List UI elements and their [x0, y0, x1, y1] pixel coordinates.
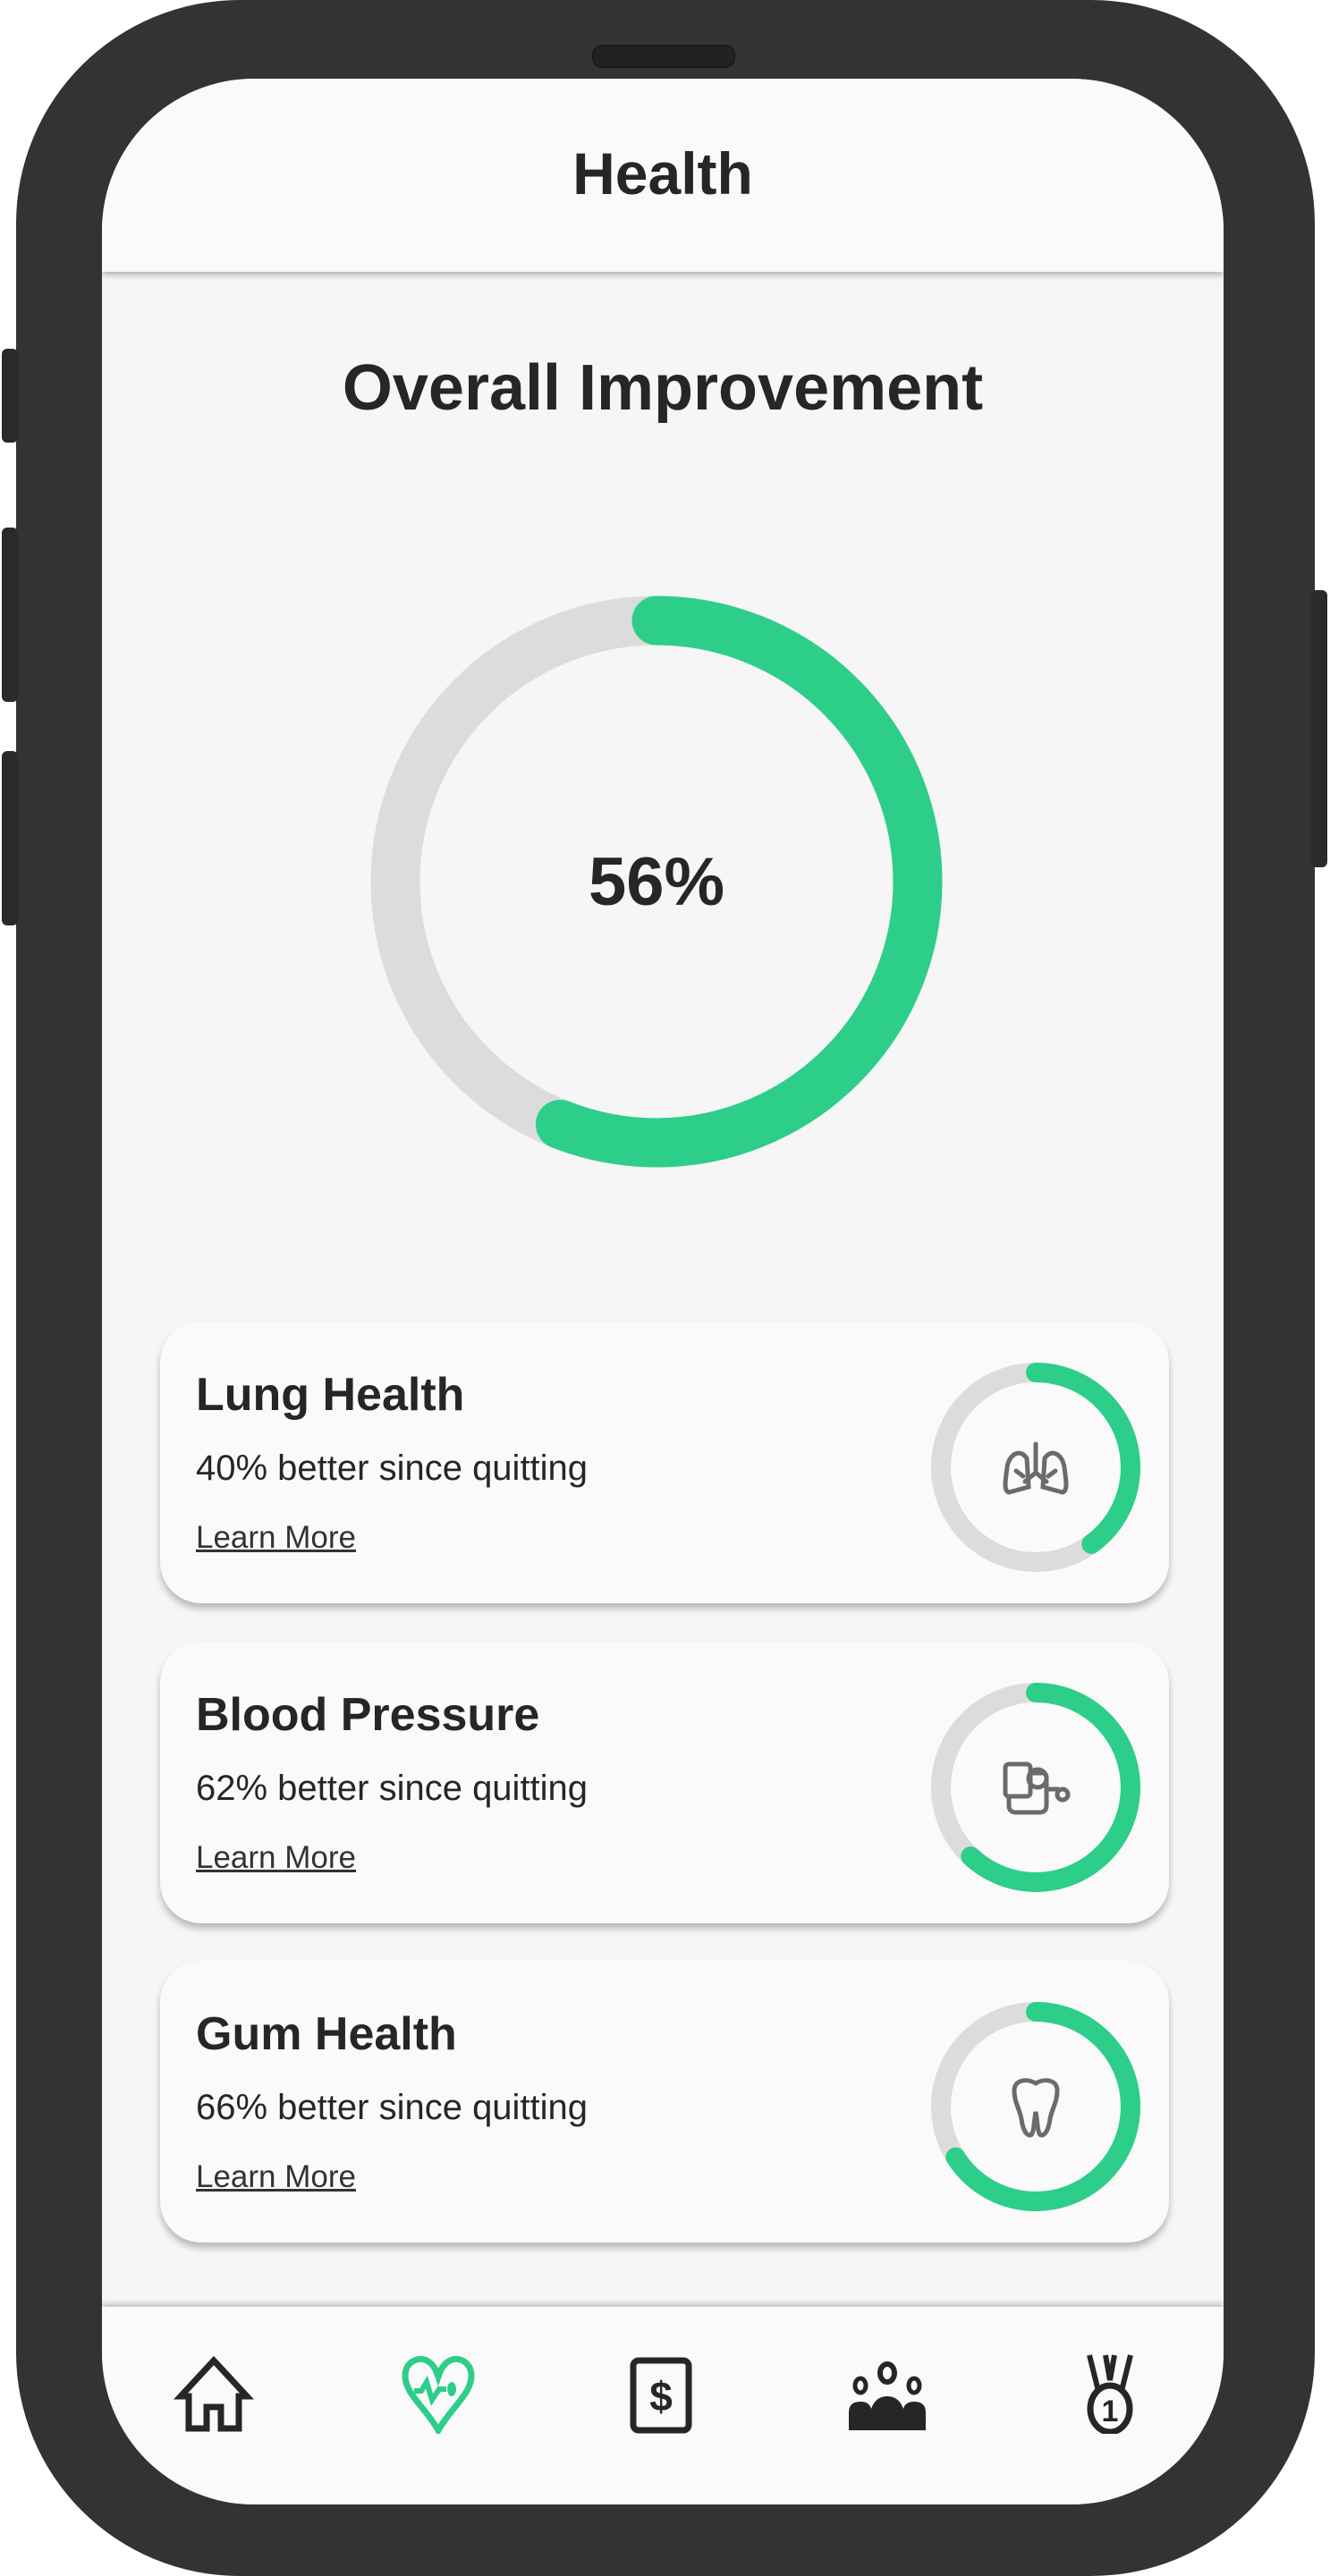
card-title: Gum Health [196, 2008, 457, 2060]
card-progress-ring [931, 1683, 1140, 1892]
overall-title: Overall Improvement [342, 352, 984, 424]
page-title: Health [572, 140, 753, 207]
svg-text:1: 1 [1102, 2394, 1119, 2428]
volume-up-button [2, 528, 18, 702]
learn-more-link[interactable]: Learn More [196, 2159, 356, 2195]
svg-text:$: $ [649, 2373, 673, 2420]
health-card[interactable]: Lung Health 40% better since quitting Le… [160, 1322, 1169, 1603]
community-icon[interactable] [847, 2353, 928, 2434]
card-subtitle: 62% better since quitting [196, 1769, 589, 1808]
medal-icon[interactable]: 1 [1070, 2353, 1150, 2434]
tooth-icon [1012, 2078, 1060, 2138]
card-title: Lung Health [196, 1369, 465, 1421]
bottom-nav: $ 1 [102, 2307, 1224, 2504]
overall-percent: 56% [588, 843, 725, 920]
learn-more-link[interactable]: Learn More [196, 1840, 356, 1876]
screen: Health Overall Improvement 56% Lung Heal… [102, 79, 1224, 2504]
blood-pressure-icon [1003, 1761, 1071, 1815]
lungs-icon [1003, 1441, 1069, 1495]
card-subtitle: 40% better since quitting [196, 1448, 589, 1488]
learn-more-link[interactable]: Learn More [196, 1520, 356, 1556]
health-card[interactable]: Blood Pressure 62% better since quitting… [160, 1642, 1169, 1923]
speaker-notch [592, 45, 735, 68]
card-progress-ring [931, 1363, 1140, 1572]
money-icon[interactable]: $ [621, 2353, 701, 2434]
card-title: Blood Pressure [196, 1689, 540, 1741]
card-progress-ring [931, 2002, 1140, 2211]
home-icon[interactable] [174, 2353, 254, 2434]
volume-down-button [2, 751, 18, 925]
heart-pulse-icon[interactable] [398, 2353, 479, 2434]
header: Health [102, 79, 1224, 272]
card-subtitle: 66% better since quitting [196, 2088, 589, 2127]
power-button [1311, 590, 1327, 867]
health-card[interactable]: Gum Health 66% better since quitting Lea… [160, 1961, 1169, 2242]
mute-switch [2, 349, 18, 443]
